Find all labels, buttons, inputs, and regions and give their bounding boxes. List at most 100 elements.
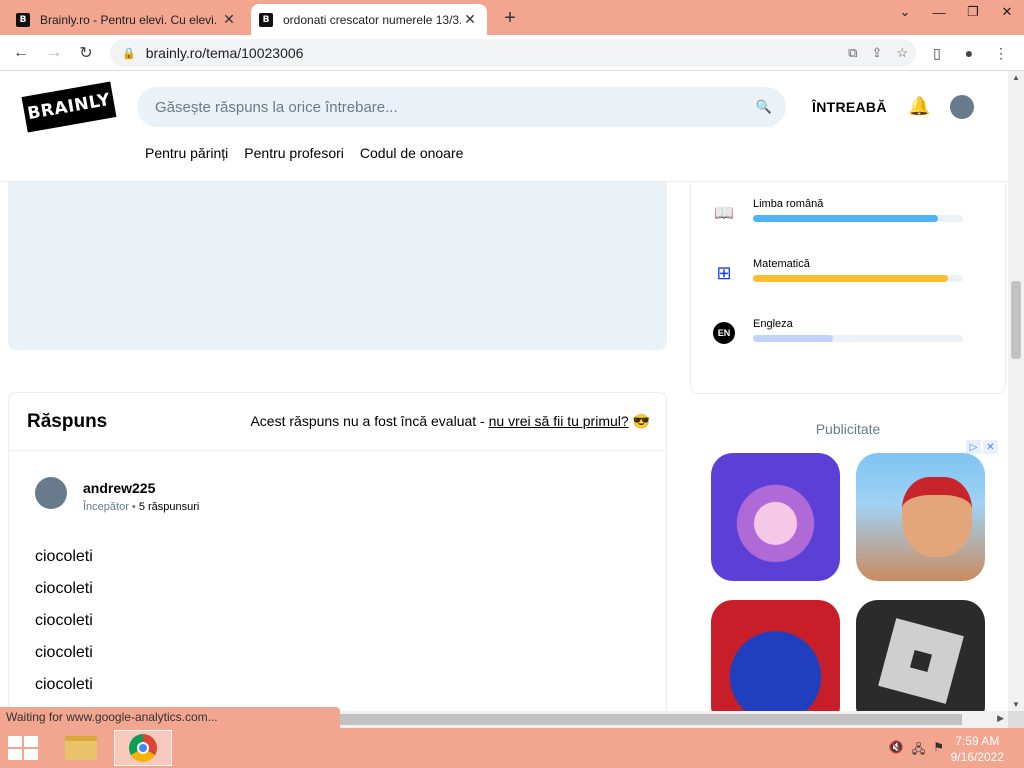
user-name[interactable]: andrew225 bbox=[83, 480, 155, 496]
game-ad-roblox[interactable] bbox=[856, 600, 985, 711]
browser-toolbar: ← → ↻ 🔒 brainly.ro/tema/10023006 ⧉ ⇪ ☆ ▯… bbox=[0, 35, 1024, 71]
chrome-icon bbox=[129, 734, 157, 762]
tab-close-icon[interactable]: ✕ bbox=[461, 11, 479, 29]
clock-date: 9/16/2022 bbox=[950, 750, 1004, 764]
new-tab-button[interactable]: + bbox=[498, 6, 522, 30]
clock[interactable]: 7:59 AM 9/16/2022 bbox=[951, 733, 1004, 765]
answer-line: ciocoleti bbox=[35, 580, 93, 597]
scroll-right-icon[interactable]: ▶ bbox=[997, 713, 1004, 724]
scroll-down-icon[interactable]: ▼ bbox=[1012, 700, 1020, 709]
site-header: BRAINLY Găsește răspuns la orice întreba… bbox=[0, 71, 1008, 182]
tab-title: Brainly.ro - Pentru elevi. Cu elevi. bbox=[40, 12, 218, 27]
subject-math[interactable]: ⊞ Matematică bbox=[713, 254, 973, 294]
ad-choices[interactable]: ▷ ✕ bbox=[966, 440, 998, 454]
sub-navigation: Pentru părinți Pentru profesori Codul de… bbox=[145, 145, 463, 161]
start-button[interactable] bbox=[8, 736, 38, 760]
answer-title: Răspuns bbox=[27, 411, 108, 432]
chrome-taskbar-button[interactable] bbox=[114, 730, 172, 766]
answer-header: Răspuns Acest răspuns nu a fost încă eva… bbox=[9, 393, 666, 451]
answer-line: ciocoleti bbox=[35, 612, 93, 629]
share-icon[interactable]: ⇪ bbox=[871, 45, 882, 61]
profile-icon[interactable]: ● bbox=[957, 41, 981, 65]
user-meta: Începător • 5 răspunsuri bbox=[83, 501, 199, 513]
scrollbar-thumb[interactable] bbox=[1011, 281, 1021, 359]
lock-icon[interactable]: 🔒 bbox=[122, 47, 136, 60]
window-controls: ⌄ — ❐ ✕ bbox=[888, 0, 1024, 30]
menu-kebab-icon[interactable]: ⋮ bbox=[989, 41, 1013, 65]
search-icon[interactable]: 🔍 bbox=[756, 99, 772, 115]
roblox-logo-icon bbox=[878, 618, 964, 704]
subject-progress-fill bbox=[753, 275, 949, 282]
side-panel-icon[interactable]: ▯ bbox=[925, 41, 949, 65]
user-answer-count: 5 răspunsuri bbox=[138, 501, 200, 513]
search-input[interactable]: Găsește răspuns la orice întrebare... 🔍 bbox=[137, 87, 786, 127]
brainly-logo[interactable]: BRAINLY bbox=[21, 81, 117, 133]
game-ad-subway-surfers[interactable] bbox=[856, 453, 985, 581]
answer-line: ciocoleti bbox=[35, 644, 93, 661]
answer-note-text: Acest răspuns nu a fost încă evaluat - bbox=[250, 413, 489, 429]
user-rank: Începător bbox=[83, 501, 129, 513]
brainly-favicon-icon: B bbox=[16, 12, 30, 27]
minimize-button[interactable]: — bbox=[922, 0, 956, 24]
answer-line: ciocoleti bbox=[35, 676, 93, 693]
account-avatar[interactable] bbox=[950, 95, 974, 119]
answer-line: ciocoleti bbox=[35, 548, 93, 565]
math-icon: ⊞ bbox=[716, 262, 732, 283]
tab-close-icon[interactable]: ✕ bbox=[220, 11, 238, 29]
network-icon[interactable]: 🖧 bbox=[912, 740, 925, 761]
ad-label: Publicitate bbox=[815, 421, 881, 437]
reload-button[interactable]: ↻ bbox=[74, 41, 98, 65]
tab-question[interactable]: B ordonati crescator numerele 13/3... ✕ bbox=[251, 4, 487, 35]
subject-progress-bar bbox=[753, 215, 963, 222]
url-text: brainly.ro/tema/10023006 bbox=[145, 45, 304, 61]
game-ad-huggy[interactable] bbox=[711, 600, 840, 711]
ask-button[interactable]: ÎNTREABĂ bbox=[812, 99, 887, 115]
answer-rating-note: Acest răspuns nu a fost încă evaluat - n… bbox=[250, 413, 650, 430]
web-page: Răspuns Acest răspuns nu a fost încă eva… bbox=[0, 71, 1008, 711]
tab-search-icon[interactable]: ⌄ bbox=[888, 0, 922, 24]
clock-time: 7:59 AM bbox=[955, 734, 1000, 748]
back-button[interactable]: ← bbox=[9, 41, 33, 65]
subjects-card: 📖 Limba română ⊞ Matematică EN Engleza bbox=[690, 182, 1006, 394]
meta-separator: • bbox=[128, 501, 139, 513]
subject-english[interactable]: EN Engleza bbox=[713, 314, 973, 354]
en-language-icon: EN bbox=[713, 322, 735, 344]
forward-button[interactable]: → bbox=[42, 41, 66, 65]
browser-tab-bar: B Brainly.ro - Pentru elevi. Cu elevi. ✕… bbox=[0, 0, 1024, 35]
scroll-up-icon[interactable]: ▲ bbox=[1012, 73, 1020, 82]
translate-icon[interactable]: ⧉ bbox=[848, 45, 857, 61]
ad-close-icon[interactable]: ✕ bbox=[983, 440, 998, 454]
bookmark-star-icon[interactable]: ☆ bbox=[896, 45, 908, 61]
vertical-scrollbar[interactable]: ▲ ▼ bbox=[1008, 71, 1024, 711]
brainly-favicon-icon: B bbox=[259, 12, 273, 27]
sunglasses-emoji-icon: 😎 bbox=[632, 413, 650, 429]
flag-alert-icon[interactable]: ⚑ bbox=[933, 740, 944, 761]
nav-parents-link[interactable]: Pentru părinți bbox=[145, 145, 228, 161]
close-window-button[interactable]: ✕ bbox=[990, 0, 1024, 24]
bell-icon[interactable]: 🔔 bbox=[908, 96, 930, 117]
subject-progress-fill bbox=[753, 335, 833, 342]
subject-progress-fill bbox=[753, 215, 938, 222]
restore-button[interactable]: ❐ bbox=[956, 0, 990, 24]
rate-first-link[interactable]: nu vrei să fii tu primul? bbox=[489, 413, 629, 429]
question-content-area bbox=[8, 182, 667, 350]
game-ad-anime[interactable] bbox=[711, 453, 840, 581]
book-icon: 📖 bbox=[714, 205, 734, 222]
subject-name: Engleza bbox=[753, 318, 793, 330]
nav-teachers-link[interactable]: Pentru profesori bbox=[244, 145, 344, 161]
tab-title: ordonati crescator numerele 13/3... bbox=[283, 12, 461, 27]
user-avatar[interactable] bbox=[35, 477, 67, 509]
volume-muted-icon[interactable]: 🔇 bbox=[889, 740, 904, 761]
tab-brainly-home[interactable]: B Brainly.ro - Pentru elevi. Cu elevi. ✕ bbox=[8, 4, 246, 35]
answer-card: Răspuns Acest răspuns nu a fost încă eva… bbox=[8, 392, 667, 711]
subject-progress-bar bbox=[753, 275, 963, 282]
file-explorer-taskbar-icon[interactable] bbox=[58, 730, 104, 766]
status-bubble: Waiting for www.google-analytics.com... bbox=[0, 707, 340, 728]
ad-info-icon[interactable]: ▷ bbox=[966, 440, 981, 454]
subject-name: Limba română bbox=[753, 198, 824, 210]
address-bar[interactable]: 🔒 brainly.ro/tema/10023006 ⧉ ⇪ ☆ bbox=[110, 39, 916, 67]
subject-romanian[interactable]: 📖 Limba română bbox=[713, 194, 973, 234]
scrollbar-corner bbox=[1008, 711, 1024, 728]
nav-honor-code-link[interactable]: Codul de onoare bbox=[360, 145, 464, 161]
windows-taskbar: 🔇 🖧 ⚑ 7:59 AM 9/16/2022 bbox=[0, 728, 1024, 768]
